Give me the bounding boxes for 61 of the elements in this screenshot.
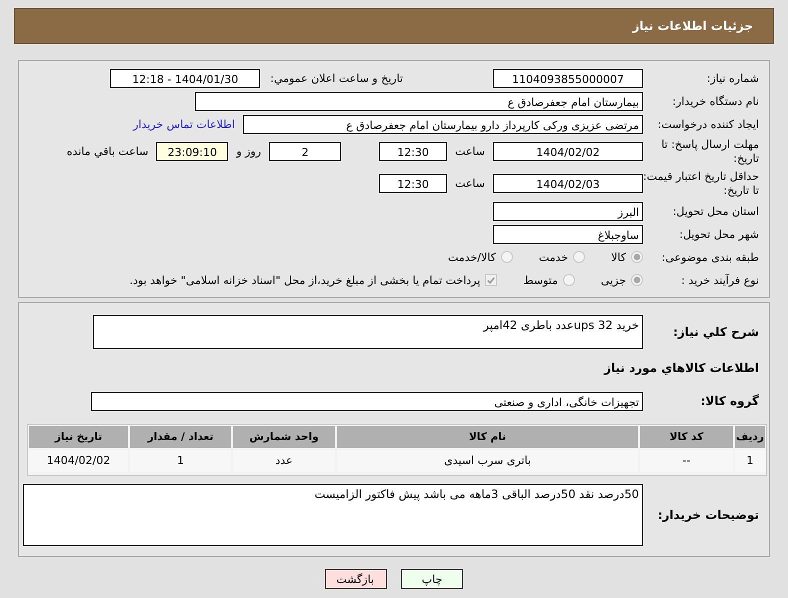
column-header: نام کالا <box>337 426 638 448</box>
column-header: کد کالا <box>640 426 733 448</box>
field-label: نوع فرآیند خرید : <box>680 274 760 286</box>
column-header: ردیف <box>735 426 765 448</box>
radio-label: کالا <box>611 250 626 264</box>
radio-button[interactable] <box>631 251 643 263</box>
field-label: گروه کالا: <box>700 394 760 408</box>
input-field[interactable]: البرز <box>493 202 643 220</box>
table-cell: -- <box>640 450 733 472</box>
time-field[interactable]: 12:30 <box>379 174 448 193</box>
input-field[interactable]: ساوجبلاغ <box>493 224 643 244</box>
radio-label: جزیی <box>600 274 626 286</box>
text-area[interactable]: 50درصد نقد 50درصد الباقی 3ماهه می باشد پیش فاکتور الزامیست <box>23 484 643 546</box>
time-label: ساعت <box>455 177 485 190</box>
action-button[interactable]: چاپ <box>401 569 463 589</box>
field-label: شرح کلي نیاز: <box>672 325 760 339</box>
contact-link[interactable]: اطلاعات تماس خریدار <box>133 118 235 130</box>
field-label: شهر محل تحویل: <box>678 228 760 240</box>
field-label: شماره نیاز: <box>706 72 760 84</box>
radio-label: متوسط <box>523 274 558 286</box>
table-cell: 1404/02/02 <box>29 450 128 472</box>
field-label: توضیحات خریدار: <box>656 508 760 522</box>
table-cell: باتری سرب اسیدی <box>337 450 638 472</box>
checkbox-label: پرداخت تمام یا بخشی از مبلغ خرید،از محل "اسناد خزانه اسلامی" خواهد بود. <box>130 274 480 286</box>
field-label: نام دستگاه خریدار: <box>671 94 760 108</box>
radio-button[interactable] <box>500 251 513 263</box>
field-label: تاریخ و ساعت اعلان عمومي: <box>270 72 403 84</box>
input-field[interactable]: مرتضی عزیزی ورکی کارپرداز دارو بیمارستان امام جعفرصادق ع <box>243 114 643 134</box>
table-cell: 1 <box>130 450 231 472</box>
radio-button[interactable] <box>573 251 586 263</box>
radio-button[interactable] <box>631 274 643 286</box>
date-field[interactable]: 1404/02/02 <box>493 142 643 161</box>
time-field[interactable]: 12:30 <box>379 142 448 161</box>
input-field[interactable]: 1104093855000007 <box>493 68 643 88</box>
radio-label: خدمت <box>538 250 568 264</box>
page-title: جزئیات اطلاعات نیاز <box>632 19 753 33</box>
remaining-time-field: 23:09:10 <box>156 142 228 161</box>
text-area[interactable]: خرید ups 32عدد باطری 42امپر <box>93 315 643 349</box>
field-label: حداقل تاریخ اعتبار قیمت: تا تاریخ: <box>643 170 760 198</box>
checkbox[interactable] <box>485 274 498 286</box>
days-field[interactable]: 2 <box>269 142 342 161</box>
radio-label: کالا/خدمت <box>448 250 496 264</box>
field-label: ایجاد کننده درخواست: <box>656 118 760 130</box>
input-field[interactable]: بیمارستان امام جعفرصادق ع <box>195 92 643 110</box>
input-field[interactable]: 1404/01/30 - 12:18 <box>110 68 260 88</box>
radio-button[interactable] <box>562 274 575 286</box>
column-header: واحد شمارش <box>233 426 335 448</box>
field-label: طبقه بندی موضوعی: <box>660 250 760 264</box>
remaining-label: ساعت باقي مانده <box>66 145 148 158</box>
table-cell: عدد <box>233 450 335 472</box>
date-field[interactable]: 1404/02/03 <box>493 174 643 193</box>
field-label: استان محل تحویل: <box>672 204 760 218</box>
field-label: مهلت ارسال پاسخ: تا تاریخ: <box>660 138 760 166</box>
column-header: تاریخ نیاز <box>29 426 128 448</box>
table-cell: 1 <box>735 450 765 472</box>
input-field[interactable]: تجهیزات خانگی، اداری و صنعتی <box>91 392 643 410</box>
action-button[interactable]: بازگشت <box>325 569 387 589</box>
days-label: روز و <box>236 145 262 158</box>
section-title: اطلاعات کالاهاي مورد نیاز <box>604 361 760 375</box>
column-header: تعداد / مقدار <box>130 426 231 448</box>
time-label: ساعت <box>455 145 485 158</box>
